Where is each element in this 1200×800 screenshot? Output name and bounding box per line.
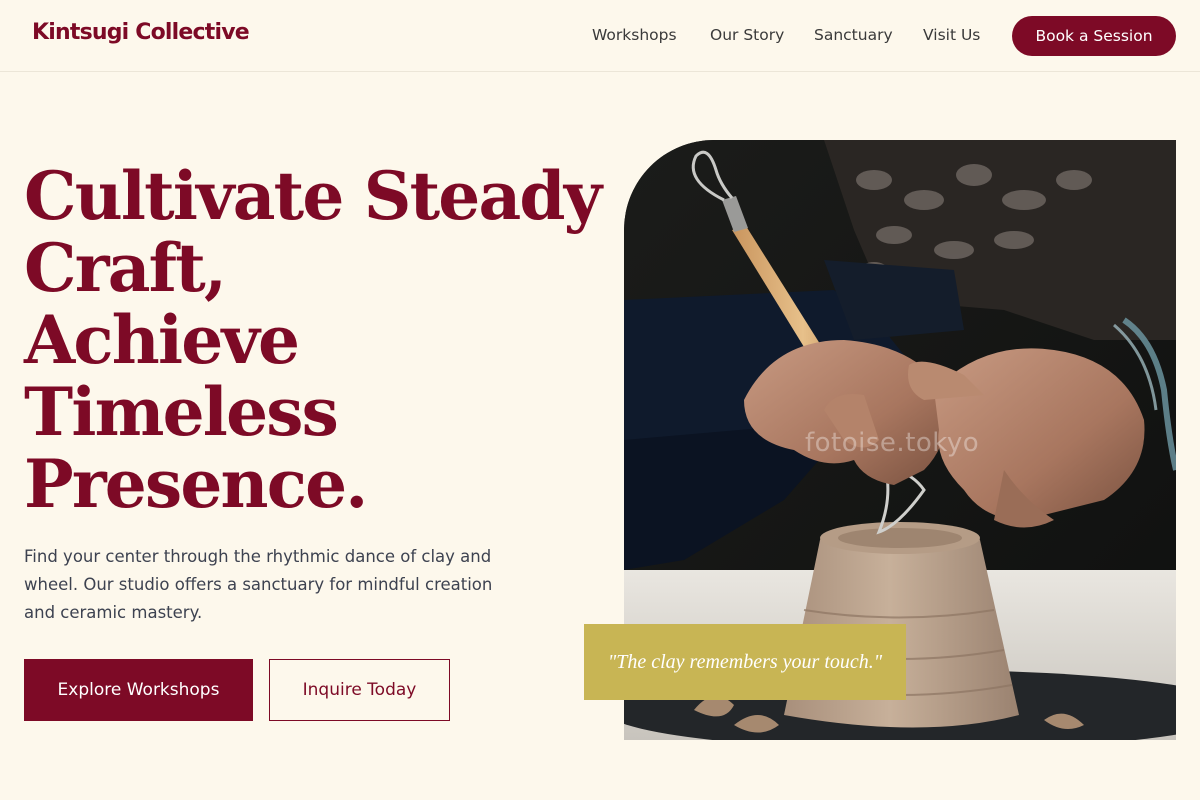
inquire-today-button[interactable]: Inquire Today bbox=[269, 659, 450, 721]
explore-workshops-button[interactable]: Explore Workshops bbox=[24, 659, 253, 721]
headline-line: Presence. bbox=[24, 445, 368, 523]
image-watermark: fotoise.tokyo bbox=[805, 428, 980, 458]
headline-line: Cultivate Steady bbox=[24, 157, 602, 235]
nav-link-sanctuary[interactable]: Sanctuary bbox=[814, 26, 893, 44]
hero-description: Find your center through the rhythmic da… bbox=[24, 547, 493, 622]
hero-headline: Cultivate Steady Craft, Achieve Timeless… bbox=[24, 157, 602, 523]
headline-line: Craft, bbox=[24, 229, 227, 307]
site-header: Kintsugi Collective Workshops Our Story … bbox=[0, 0, 1200, 72]
quote-card: "The clay remembers your touch." bbox=[584, 624, 906, 700]
nav-link-workshops[interactable]: Workshops bbox=[592, 26, 677, 44]
quote-text: "The clay remembers your touch." bbox=[607, 650, 883, 673]
headline-line: Achieve bbox=[24, 301, 300, 379]
nav-link-our-story[interactable]: Our Story bbox=[710, 26, 784, 44]
nav-link-visit-us[interactable]: Visit Us bbox=[923, 26, 980, 44]
book-session-button[interactable]: Book a Session bbox=[1012, 16, 1176, 56]
headline-line: Timeless bbox=[24, 373, 339, 451]
